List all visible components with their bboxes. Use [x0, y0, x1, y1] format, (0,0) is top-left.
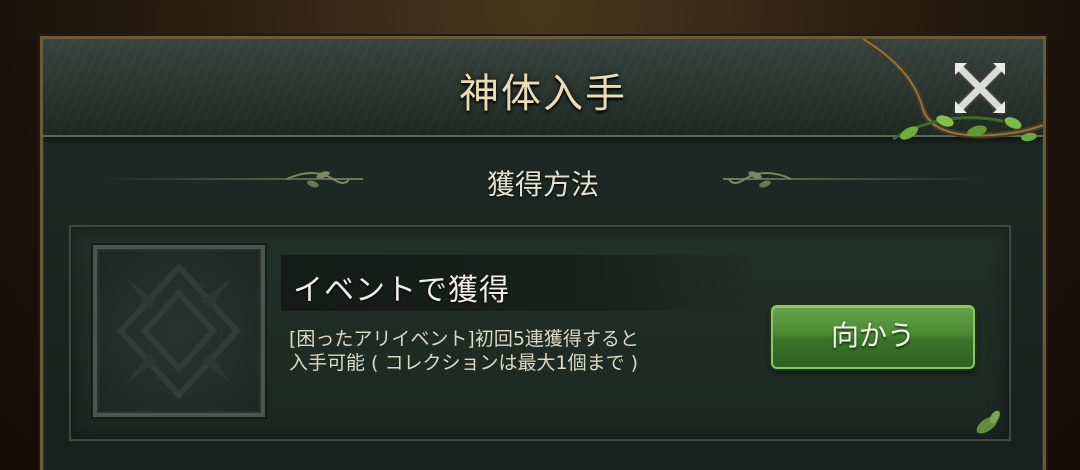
empty-slot-emblem-icon — [116, 262, 242, 400]
close-x-icon — [953, 61, 1007, 115]
acquisition-source-card: イベントで獲得 [困ったアリイベント]初回5連獲得すると 入手可能 ( コレクシ… — [69, 225, 1011, 441]
section-header: 獲得方法 — [43, 159, 1043, 201]
source-title: イベントで獲得 — [293, 273, 510, 308]
background-glow — [0, 0, 1080, 40]
section-title: 獲得方法 — [486, 168, 599, 201]
close-button[interactable] — [949, 57, 1011, 119]
source-description: [困ったアリイベント]初回5連獲得すると 入手可能 ( コレクションは最大1個ま… — [289, 328, 639, 374]
acquire-dialog: 神体入手 獲得方法 イベントで獲得 [困ったアリイベント]初回5連獲得すると 入… — [40, 36, 1046, 470]
vine-ornament-icon — [861, 39, 1043, 142]
dialog-title-bar: 神体入手 — [43, 39, 1043, 142]
leaf-corner-icon — [976, 410, 1000, 434]
go-button[interactable]: 向かう — [771, 305, 975, 369]
item-slot — [93, 245, 265, 417]
